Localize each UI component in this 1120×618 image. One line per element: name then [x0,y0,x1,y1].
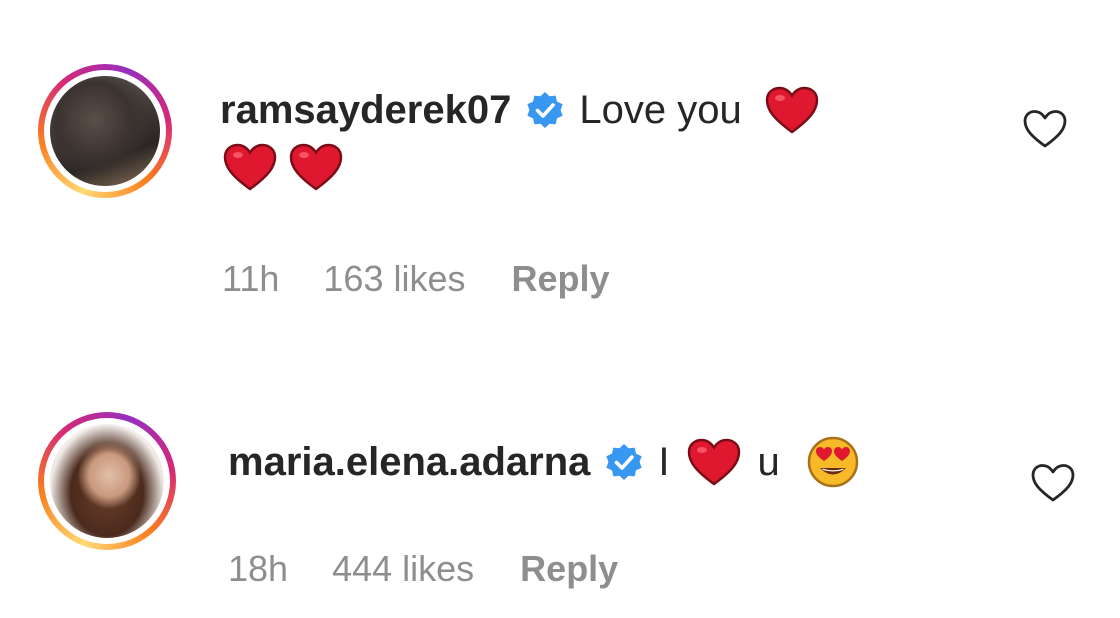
heart-outline-icon[interactable] [1022,108,1068,150]
comment-item: maria.elena.adarna I u 18h 444 likes Rep… [0,380,1120,618]
avatar[interactable] [38,64,172,198]
comment-item: ramsayderek07 Love you 11h 163 likes Rep… [0,0,1120,340]
comment-meta: 18h 444 likes Reply [228,548,618,590]
comment-time[interactable]: 18h [228,548,288,590]
username-link[interactable]: ramsayderek07 [220,88,511,133]
comment-text-start: I [658,439,670,484]
username-link[interactable]: maria.elena.adarna [228,440,590,485]
heart-eyes-emoji [807,436,859,488]
comment-text-end: u [757,439,780,484]
likes-count[interactable]: 444 likes [332,548,474,590]
comments-list: ramsayderek07 Love you 11h 163 likes Rep… [0,0,1120,618]
reply-button[interactable]: Reply [512,258,610,300]
red-heart-emoji [765,86,818,134]
reply-button[interactable]: Reply [520,548,618,590]
emoji-line [222,142,344,192]
comment-time[interactable]: 11h [222,258,279,300]
red-heart-emoji [223,143,277,191]
likes-count[interactable]: 163 likes [323,258,465,300]
verified-badge-icon [527,92,563,128]
comment-meta: 11h 163 likes Reply [222,258,610,300]
avatar-photo [50,424,164,538]
comment-body: maria.elena.adarna I u [228,432,860,492]
comment-body: ramsayderek07 Love you [220,80,820,140]
red-heart-emoji [687,438,740,486]
avatar-photo [50,76,160,186]
heart-outline-icon[interactable] [1030,462,1076,504]
avatar[interactable] [38,412,176,550]
red-heart-emoji [289,143,343,191]
verified-badge-icon [606,444,643,480]
comment-text: Love you [579,87,742,132]
